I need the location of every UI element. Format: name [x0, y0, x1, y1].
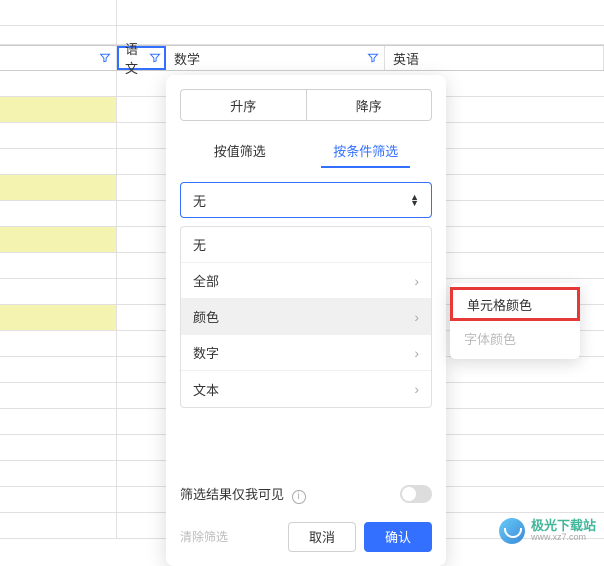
option-label: 颜色: [193, 307, 219, 326]
option-label: 数字: [193, 343, 219, 362]
watermark: 极光下载站 www.xz7.com: [499, 518, 596, 544]
action-row: 清除筛选 取消 确认: [180, 522, 432, 552]
info-icon[interactable]: i: [292, 490, 306, 504]
option-color[interactable]: 颜色 ›: [181, 299, 431, 335]
option-all[interactable]: 全部 ›: [181, 263, 431, 299]
watermark-logo-icon: [499, 518, 525, 544]
button-group: 取消 确认: [288, 522, 432, 552]
option-label: 无: [193, 235, 206, 254]
confirm-label: 确认: [385, 527, 411, 546]
chevron-right-icon: ›: [414, 345, 419, 361]
cancel-label: 取消: [309, 527, 335, 546]
filter-panel: 升序 降序 按值筛选 按条件筛选 无 ▲▼ 无 全部 › 颜色 › 数字 › 文…: [166, 75, 446, 566]
chevron-right-icon: ›: [414, 381, 419, 397]
select-arrows-icon: ▲▼: [410, 194, 419, 206]
column-header-chinese[interactable]: 语文: [117, 46, 166, 70]
condition-options: 无 全部 › 颜色 › 数字 › 文本 ›: [180, 226, 432, 408]
visible-only-label: 筛选结果仅我可见 i: [180, 484, 306, 504]
filter-icon[interactable]: [366, 51, 380, 65]
tab-label: 按条件筛选: [333, 144, 398, 159]
visible-only-text: 筛选结果仅我可见: [180, 487, 284, 502]
column-header-math[interactable]: 数学: [166, 46, 385, 70]
filter-icon[interactable]: [98, 51, 112, 65]
filter-icon[interactable]: [148, 51, 161, 65]
option-text[interactable]: 文本 ›: [181, 371, 431, 407]
option-number[interactable]: 数字 ›: [181, 335, 431, 371]
color-submenu: 单元格颜色 字体颜色: [450, 283, 580, 359]
submenu-cell-color[interactable]: 单元格颜色: [450, 287, 580, 321]
column-header-row: 语文 数学 英语: [0, 45, 604, 71]
column-header-blank[interactable]: [0, 46, 117, 70]
chevron-right-icon: ›: [414, 309, 419, 325]
watermark-text: 极光下载站 www.xz7.com: [531, 519, 596, 543]
cancel-button[interactable]: 取消: [288, 522, 356, 552]
select-value: 无: [193, 191, 206, 210]
condition-select[interactable]: 无 ▲▼: [180, 182, 432, 218]
visible-only-row: 筛选结果仅我可见 i: [180, 478, 432, 510]
tab-filter-by-value[interactable]: 按值筛选: [202, 135, 278, 168]
confirm-button[interactable]: 确认: [364, 522, 432, 552]
filter-tabs: 按值筛选 按条件筛选: [180, 135, 432, 168]
watermark-url: www.xz7.com: [531, 533, 596, 543]
sort-desc-button[interactable]: 降序: [306, 89, 433, 121]
sort-asc-label: 升序: [230, 96, 256, 115]
column-label: 语文: [125, 39, 148, 77]
watermark-name: 极光下载站: [531, 519, 596, 533]
submenu-label: 字体颜色: [464, 329, 516, 348]
sort-asc-button[interactable]: 升序: [180, 89, 306, 121]
clear-filter-link[interactable]: 清除筛选: [180, 528, 228, 545]
column-label: 数学: [174, 49, 200, 68]
tab-filter-by-condition[interactable]: 按条件筛选: [321, 135, 410, 168]
column-label: 英语: [393, 49, 419, 68]
chevron-right-icon: ›: [414, 273, 419, 289]
submenu-label: 单元格颜色: [467, 295, 532, 314]
sort-buttons: 升序 降序: [180, 89, 432, 121]
option-label: 文本: [193, 380, 219, 399]
column-header-english[interactable]: 英语: [385, 46, 604, 70]
option-none[interactable]: 无: [181, 227, 431, 263]
option-label: 全部: [193, 271, 219, 290]
tab-label: 按值筛选: [214, 144, 266, 159]
sort-desc-label: 降序: [356, 96, 382, 115]
submenu-font-color: 字体颜色: [450, 321, 580, 355]
panel-footer: 筛选结果仅我可见 i 清除筛选 取消 确认: [180, 478, 432, 552]
visible-only-toggle[interactable]: [400, 485, 432, 503]
